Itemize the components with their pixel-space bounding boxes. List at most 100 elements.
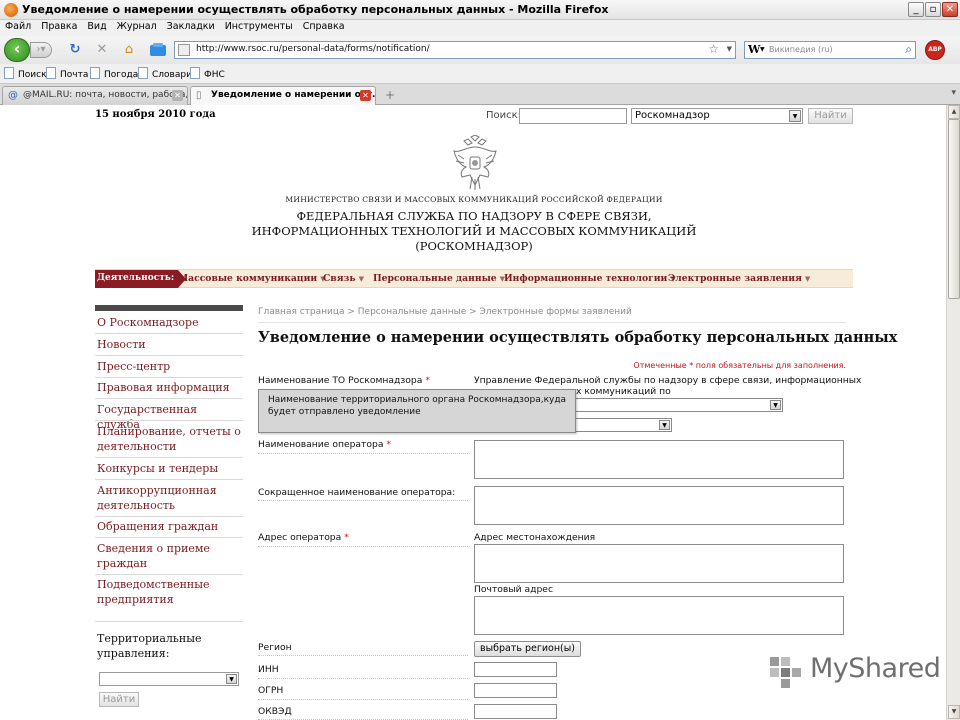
vertical-scrollbar[interactable]: ▲ ▼ <box>946 105 960 720</box>
nav-communications[interactable]: Связь ▼ <box>323 273 364 284</box>
okved-field[interactable] <box>474 704 557 719</box>
to-name-label: Наименование ТО Роскомнадзора * <box>258 375 430 386</box>
engine-dropdown-icon[interactable]: ▼ <box>760 46 765 53</box>
new-tab-icon[interactable]: + <box>380 88 400 104</box>
service-name-line: (РОСКОМНАДЗОР) <box>415 239 533 253</box>
stop-icon[interactable]: ✕ <box>94 42 110 58</box>
territorial-label: Территориальные управления: <box>97 632 202 660</box>
site-search-button[interactable]: Найти <box>808 108 853 124</box>
location-address-label: Адрес местонахождения <box>474 532 596 543</box>
close-window-button[interactable]: ✕ <box>942 2 958 17</box>
tab-close-icon[interactable]: ✕ <box>172 90 183 101</box>
chevron-down-icon: ▼ <box>804 274 811 283</box>
bookmark-mail[interactable]: Почта <box>46 67 88 80</box>
sidebar-item-planning[interactable]: Планирование, отчеты о деятельности <box>97 424 241 454</box>
menu-view[interactable]: Вид <box>82 20 111 32</box>
choose-region-button[interactable]: выбрать регион(ы) <box>474 641 581 657</box>
to-name-value-line: х коммуникаций по <box>576 386 671 397</box>
back-button[interactable]: ‹ <box>4 38 30 62</box>
window-titlebar: Уведомление о намерении осуществлять обр… <box>0 0 960 20</box>
bookmark-star-icon[interactable]: ☆ <box>708 42 719 56</box>
service-name-line: ИНФОРМАЦИОННЫХ ТЕХНОЛОГИЙ И МАССОВЫХ КОМ… <box>251 224 697 238</box>
inn-field[interactable] <box>474 662 557 677</box>
breadcrumb[interactable]: Главная страница > Персональные данные >… <box>258 307 632 317</box>
bookmarks-toolbar: Поиск Почта Погода Словари ФНС <box>0 64 960 84</box>
operator-name-field[interactable] <box>474 440 844 479</box>
chevron-down-icon[interactable]: ▼ <box>659 420 670 430</box>
tab-close-icon[interactable]: ✕ <box>360 90 371 101</box>
nav-mass-communications[interactable]: Массовые коммуникации ▼ <box>178 273 326 284</box>
divider <box>258 453 468 454</box>
menu-tools[interactable]: Инструменты <box>220 20 298 32</box>
chevron-down-icon[interactable]: ▼ <box>770 400 781 410</box>
adblock-icon[interactable]: ABP <box>925 40 945 60</box>
scroll-up-icon[interactable]: ▲ <box>948 105 960 119</box>
sidebar-item-tenders[interactable]: Конкурсы и тендеры <box>97 461 241 476</box>
mail-at-icon: @ <box>8 90 18 101</box>
address-label: Адрес оператора * <box>258 532 349 543</box>
sidebar-item-subordinates[interactable]: Подведомственные предприятия <box>97 577 241 607</box>
menu-history[interactable]: Журнал <box>112 20 162 32</box>
scrollbar-thumb[interactable] <box>948 119 960 299</box>
site-search-input[interactable] <box>519 108 627 124</box>
menu-file[interactable]: Файл <box>0 20 36 32</box>
divider <box>95 398 243 399</box>
sidebar-item-about[interactable]: О Роскомнадзоре <box>97 315 241 330</box>
short-name-label: Сокращенное наименование оператора: <box>258 487 456 498</box>
wikipedia-icon[interactable]: W <box>748 43 760 56</box>
sidebar-item-reception[interactable]: Сведения о приеме граждан <box>97 541 241 571</box>
tab-notification[interactable]: ▯ Уведомление о намерении осу... ✕ <box>190 86 376 106</box>
ogrn-field[interactable] <box>474 683 557 698</box>
sidebar-item-legal[interactable]: Правовая информация <box>97 380 241 395</box>
home-icon[interactable]: ⌂ <box>121 42 137 58</box>
sidebar-item-press[interactable]: Пресс-центр <box>97 359 241 374</box>
sidebar-item-appeals[interactable]: Обращения граждан <box>97 519 241 534</box>
postal-address-field[interactable] <box>474 596 844 635</box>
site-header: МИНИСТЕРСТВО СВЯЗИ И МАССОВЫХ КОММУНИКАЦ… <box>95 129 853 269</box>
divider <box>95 621 243 622</box>
short-name-field[interactable] <box>474 486 844 525</box>
divider <box>258 699 468 700</box>
site-search-scope-select[interactable]: Роскомнадзор ▼ <box>631 108 803 124</box>
forward-button[interactable]: ›▾ <box>30 42 52 58</box>
reload-icon[interactable]: ↻ <box>67 42 83 58</box>
minimize-button[interactable]: _ <box>908 2 924 17</box>
search-icon[interactable]: ⌕ <box>905 42 912 57</box>
maximize-button[interactable]: ▫ <box>925 2 941 17</box>
tab-list-icon[interactable]: ▾ <box>951 88 956 98</box>
chevron-down-icon[interactable]: ▼ <box>226 674 237 684</box>
web-search-box[interactable]: W ▼ Википедия (ru) ⌕ <box>744 41 916 59</box>
bookmark-fns[interactable]: ФНС <box>190 67 225 80</box>
url-dropdown-icon[interactable]: ▼ <box>727 45 732 53</box>
page-icon: ▯ <box>196 90 202 101</box>
sidebar-item-news[interactable]: Новости <box>97 337 241 352</box>
tab-bar: @ @MAIL.RU: почта, новости, работа, ... … <box>0 84 960 106</box>
tab-mail[interactable]: @ @MAIL.RU: почта, новости, работа, ... … <box>2 86 188 105</box>
territorial-select[interactable]: ▼ <box>99 672 239 686</box>
page-title: Уведомление о намерении осуществлять обр… <box>258 329 898 346</box>
sidebar-top-bar <box>95 305 243 311</box>
divider <box>95 457 243 458</box>
divider <box>258 500 468 501</box>
address-bar[interactable]: http://www.rsoc.ru/personal-data/forms/n… <box>174 41 736 59</box>
bookmark-search[interactable]: Поиск <box>4 67 47 80</box>
sidebar-item-anticorruption[interactable]: Антикоррупционная деятельность <box>97 483 241 513</box>
divider <box>258 322 846 323</box>
bookmark-dictionaries[interactable]: Словари <box>138 67 192 80</box>
chevron-down-icon[interactable]: ▼ <box>789 110 801 122</box>
nav-electronic-applications[interactable]: Электронные заявления ▼ <box>668 273 810 284</box>
menu-bookmarks[interactable]: Закладки <box>162 20 220 32</box>
menu-help[interactable]: Справка <box>298 20 350 32</box>
tab-label: @MAIL.RU: почта, новости, работа, ... <box>23 90 188 100</box>
location-address-field[interactable] <box>474 544 844 583</box>
region-label: Регион <box>258 642 292 653</box>
menu-edit[interactable]: Правка <box>36 20 82 32</box>
search-placeholder: Википедия (ru) <box>769 45 833 54</box>
nav-information-technology[interactable]: Информационные технологии ▼ <box>504 273 676 284</box>
scroll-down-icon[interactable]: ▼ <box>948 705 960 719</box>
territorial-find-button[interactable]: Найти <box>99 692 139 707</box>
nav-personal-data[interactable]: Персональные данные ▼ <box>373 273 505 284</box>
ie-tab-icon[interactable] <box>148 42 168 58</box>
page-date: 15 ноября 2010 года <box>95 109 216 120</box>
bookmark-weather[interactable]: Погода <box>90 67 138 80</box>
